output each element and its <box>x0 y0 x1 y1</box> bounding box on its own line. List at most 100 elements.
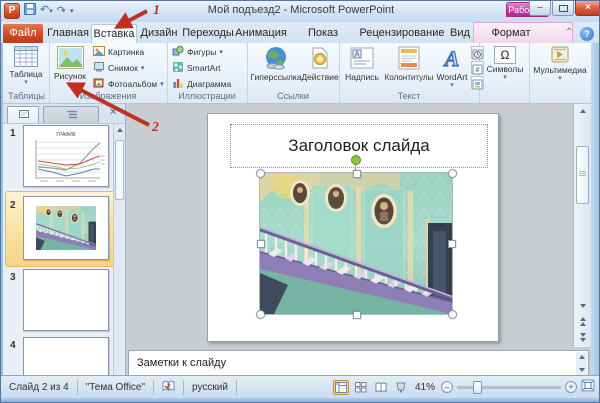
hyperlink-button[interactable]: Гиперссылка <box>249 44 303 96</box>
slideshow-view-button[interactable] <box>393 380 409 395</box>
table-button[interactable]: Таблица ▾ <box>6 44 46 96</box>
maximize-icon <box>559 5 568 12</box>
action-button[interactable]: Действие <box>301 44 339 96</box>
annotation-step-2: 2 <box>152 120 159 136</box>
svg-text:#: # <box>476 67 480 74</box>
reading-view-button[interactable] <box>373 380 389 395</box>
slide-thumbnail-3[interactable] <box>23 269 109 331</box>
slide-thumbnail-1[interactable]: ГРАФИК <box>23 125 109 187</box>
photo-album-button[interactable]: Фотоальбом ▾ <box>93 76 164 91</box>
staircase-photo <box>260 173 452 314</box>
chart-button[interactable]: Диаграмма <box>172 76 231 91</box>
help-icon: ? <box>584 29 590 39</box>
tab-slideshow[interactable]: Показ слайдов <box>287 24 359 43</box>
zoom-out-button[interactable]: – <box>441 381 453 393</box>
slide-editing-area[interactable]: Заголовок слайда <box>207 113 499 342</box>
normal-view-button[interactable] <box>333 380 349 395</box>
tab-format[interactable]: Формат <box>483 24 539 43</box>
group-label-images: Изображения <box>49 91 167 101</box>
chart-icon <box>172 77 184 91</box>
photo-album-icon <box>93 77 105 91</box>
inserted-picture[interactable] <box>260 173 452 314</box>
header-footer-button[interactable]: Колонтитулы <box>383 44 435 96</box>
shapes-button[interactable]: Фигуры ▾ <box>172 44 223 59</box>
notes-scroll-down-icon[interactable] <box>579 368 585 372</box>
zoom-in-button[interactable]: + <box>565 381 577 393</box>
slide-indicator: Слайд 2 из 4 <box>1 380 78 395</box>
scroll-up-icon[interactable] <box>117 128 123 132</box>
slides-panel: ✕ 1 ГРАФИК 2 <box>3 104 126 375</box>
tab-view[interactable]: Вид <box>445 24 475 43</box>
group-text: A Надпись Колонтитулы A WordArt ▾ # Текс… <box>339 43 480 103</box>
notes-pane[interactable]: Заметки к слайду <box>128 350 589 377</box>
resize-handle-sw[interactable] <box>256 310 265 319</box>
resize-handle-se[interactable] <box>448 310 457 319</box>
svg-text:A: A <box>443 46 460 70</box>
tab-home[interactable]: Главная <box>45 24 91 43</box>
maximize-button[interactable] <box>552 1 574 16</box>
group-media: Мультимедиа ▾ <box>529 43 591 103</box>
title-bar: P ↶▾ ↷ ▾ Мой подъезд2 - Microsoft PowerP… <box>1 1 600 22</box>
tab-animations[interactable]: Анимация <box>235 24 287 43</box>
tab-design[interactable]: Дизайн <box>137 24 181 43</box>
resize-handle-n[interactable] <box>353 170 361 178</box>
resize-handle-ne[interactable] <box>448 169 457 178</box>
clipart-icon <box>93 45 105 59</box>
group-label-illustrations: Иллюстрации <box>167 91 247 101</box>
collapse-ribbon-icon[interactable]: ⌃ <box>565 27 573 38</box>
theme-indicator: "Тема Office" <box>78 380 154 395</box>
resize-handle-nw[interactable] <box>256 169 265 178</box>
screenshot-button[interactable]: Снимок ▾ <box>93 60 144 75</box>
resize-handle-s[interactable] <box>353 311 361 319</box>
mini-staircase-photo <box>36 206 96 250</box>
slide-canvas: Заголовок слайда <box>126 104 573 347</box>
scroll-up-button[interactable] <box>575 105 590 119</box>
scroll-thumb[interactable] <box>576 146 589 204</box>
smartart-button[interactable]: SmartArt <box>172 60 221 75</box>
help-button[interactable]: ? <box>580 27 594 41</box>
rotation-handle[interactable] <box>351 155 361 165</box>
spellcheck-icon[interactable] <box>154 380 184 395</box>
symbols-button[interactable]: Ω Символы ▾ <box>483 44 527 96</box>
close-pane-icon[interactable]: ✕ <box>109 105 117 121</box>
tab-insert[interactable]: Вставка <box>91 24 137 43</box>
zoom-level[interactable]: 41% <box>415 382 435 393</box>
previous-slide-button[interactable] <box>575 316 590 330</box>
tab-review[interactable]: Рецензирование <box>359 24 445 43</box>
resize-handle-w[interactable] <box>257 240 265 248</box>
zoom-slider[interactable] <box>457 386 561 389</box>
close-button[interactable]: × <box>575 1 600 16</box>
notes-scroll-up-icon[interactable] <box>579 355 585 359</box>
picture-button[interactable]: Рисунок <box>50 44 90 96</box>
outline-tab[interactable] <box>43 106 99 123</box>
vertical-scrollbar[interactable] <box>573 104 591 347</box>
panel-scrollbar[interactable] <box>113 124 125 375</box>
omega-icon: Ω <box>494 46 516 64</box>
textbox-button[interactable]: A Надпись <box>341 44 383 96</box>
scroll-down-button[interactable] <box>575 300 590 314</box>
hyperlink-globe-icon <box>249 46 303 72</box>
picture-icon <box>50 46 90 71</box>
panel-scroll-thumb[interactable] <box>115 140 124 200</box>
minimize-icon: – <box>537 2 543 13</box>
tab-transitions[interactable]: Переходы <box>181 24 235 43</box>
slide-thumbnail-2[interactable] <box>23 196 109 260</box>
next-slide-button[interactable] <box>575 332 590 346</box>
zoom-slider-thumb[interactable] <box>473 381 482 394</box>
notes-scrollbar[interactable] <box>576 352 587 375</box>
minimize-button[interactable]: – <box>529 1 551 16</box>
slide-number: 3 <box>10 272 16 283</box>
resize-handle-e[interactable] <box>448 240 456 248</box>
wordart-button[interactable]: A WordArt ▾ <box>435 44 469 96</box>
tab-file[interactable]: Файл <box>3 24 43 43</box>
fit-slide-button[interactable] <box>581 379 595 395</box>
clipart-button[interactable]: Картинка <box>93 44 144 59</box>
group-label-links: Ссылки <box>247 91 339 101</box>
smartart-icon <box>172 61 184 75</box>
slide-sorter-view-button[interactable] <box>353 380 369 395</box>
media-button[interactable]: Мультимедиа ▾ <box>531 44 589 96</box>
slide-thumbnail-4[interactable] <box>23 337 109 375</box>
group-label-tables: Таблицы <box>4 91 49 101</box>
slides-tab[interactable] <box>7 106 39 123</box>
language-indicator[interactable]: русский <box>184 380 237 395</box>
